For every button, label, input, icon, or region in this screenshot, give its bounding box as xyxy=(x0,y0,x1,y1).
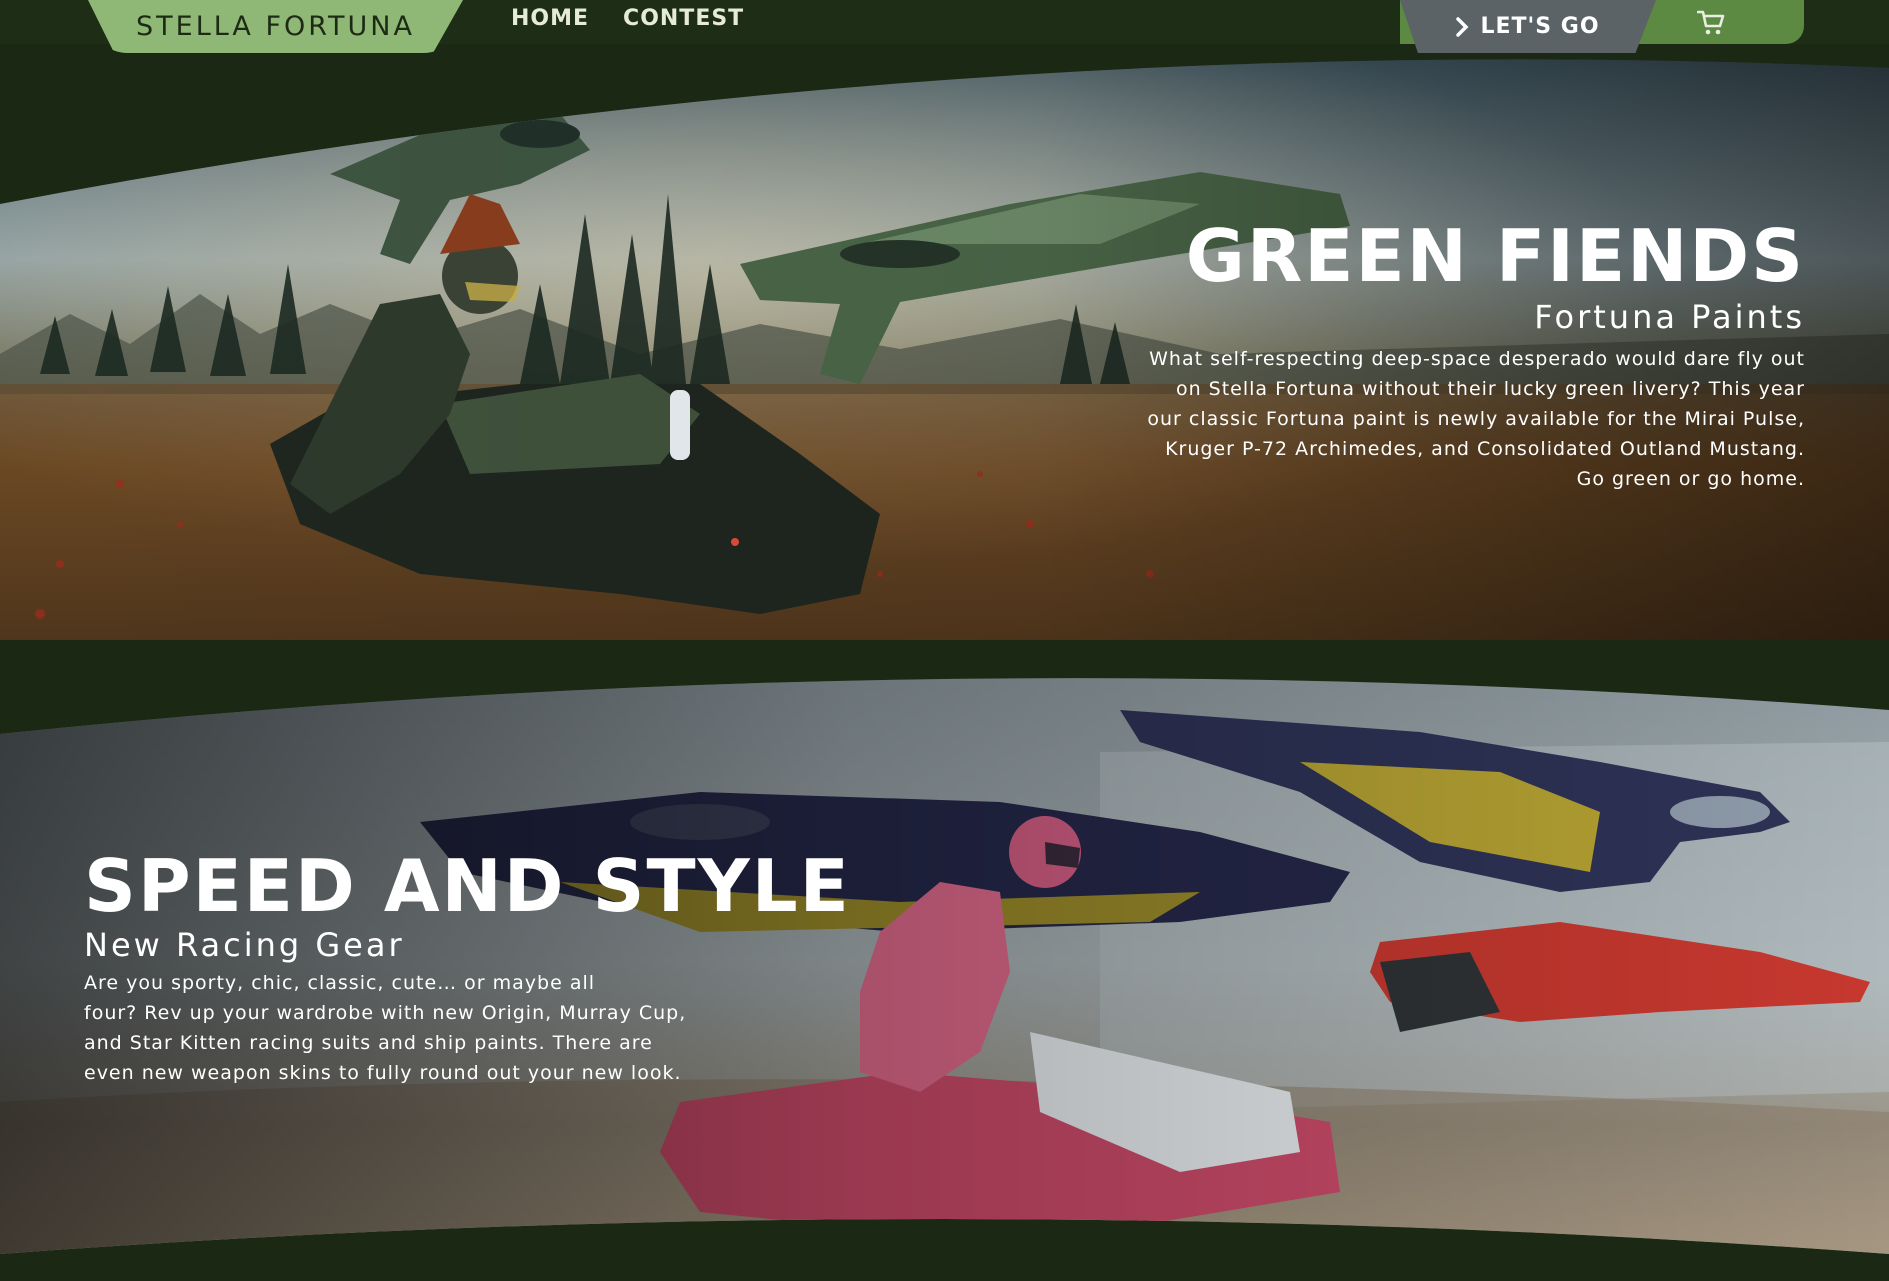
lets-go-button[interactable]: LET'S GO xyxy=(1400,0,1656,53)
body-line: on Stella Fortuna without their lucky gr… xyxy=(1175,378,1805,400)
lets-go-label: LET'S GO xyxy=(1480,14,1600,39)
body-line: Are you sporty, chic, classic, cute… or … xyxy=(84,972,596,994)
nav-link-home[interactable]: HOME xyxy=(511,6,589,31)
section-body-green-fiends: What self-respecting deep-space desperad… xyxy=(1045,344,1805,494)
chevron-right-icon xyxy=(1456,16,1469,37)
brand-name: STELLA FORTUNA xyxy=(136,11,415,42)
body-line: Kruger P-72 Archimedes, and Consolidated… xyxy=(1165,438,1805,460)
nav-link-contest[interactable]: CONTEST xyxy=(623,6,744,31)
cart-icon[interactable] xyxy=(1697,10,1725,36)
brand-logo[interactable]: STELLA FORTUNA xyxy=(88,0,463,53)
section-subtitle-fortuna-paints: Fortuna Paints xyxy=(1534,298,1805,336)
body-line: four? Rev up your wardrobe with new Orig… xyxy=(84,1002,687,1024)
body-line: Go green or go home. xyxy=(1576,468,1805,490)
body-line: What self-respecting deep-space desperad… xyxy=(1149,348,1805,370)
speed-and-style-content: SPEED AND STYLE New Racing Gear Are you … xyxy=(84,844,851,1088)
section-title-green-fiends: GREEN FIENDS xyxy=(1185,214,1805,298)
body-line: our classic Fortuna paint is newly avail… xyxy=(1147,408,1805,430)
section-body-speed-and-style: Are you sporty, chic, classic, cute… or … xyxy=(84,968,704,1088)
main-nav: HOME CONTEST xyxy=(511,6,744,31)
green-fiends-content: GREEN FIENDS Fortuna Paints What self-re… xyxy=(1045,216,1805,494)
section-subtitle-new-racing-gear: New Racing Gear xyxy=(84,926,405,964)
section-title-speed-and-style: SPEED AND STYLE xyxy=(84,844,851,928)
body-line: even new weapon skins to fully round out… xyxy=(84,1062,682,1084)
body-line: and Star Kitten racing suits and ship pa… xyxy=(84,1032,653,1054)
